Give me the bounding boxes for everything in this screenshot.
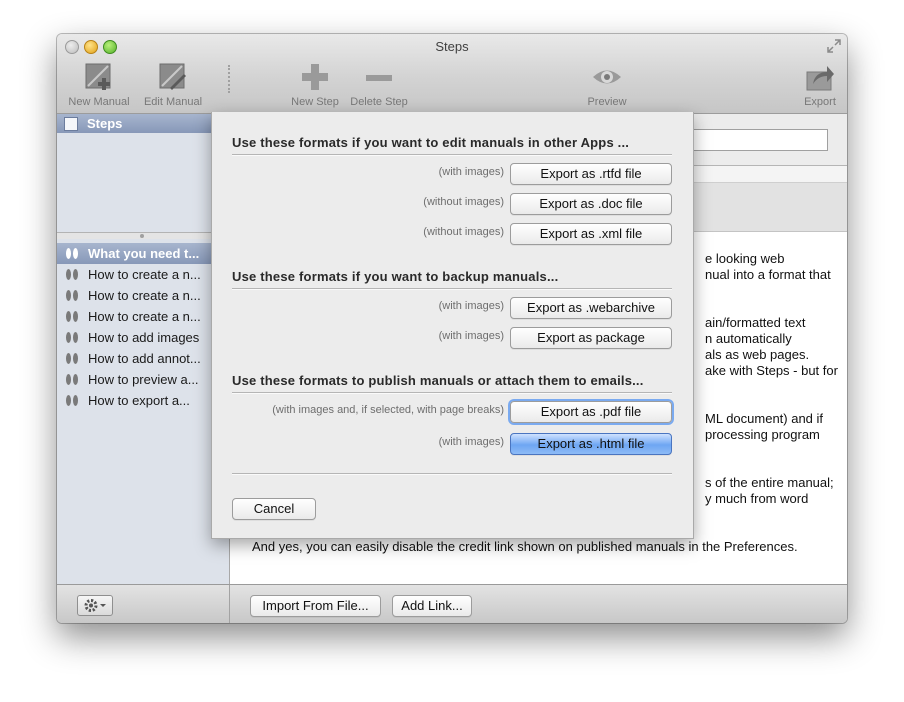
publish-formats-title: Use these formats to publish manuals or … — [232, 373, 644, 388]
export-package-button[interactable]: Export as package — [510, 327, 672, 349]
step-body-text: ML document) and if — [705, 411, 824, 426]
step-item-label: What you need t... — [88, 246, 200, 261]
minus-icon — [366, 75, 392, 81]
new-manual-label: New Manual — [68, 96, 130, 108]
fullscreen-icon[interactable] — [827, 39, 841, 53]
edit-formats-title: Use these formats if you want to edit ma… — [232, 135, 630, 150]
step-body-text: ake with Steps - but for — [705, 363, 838, 378]
bottom-bar-divider — [229, 585, 230, 623]
format-note: (with images) — [438, 166, 504, 178]
section-divider — [232, 154, 672, 156]
export-xml-button[interactable]: Export as .xml file — [510, 223, 672, 245]
add-link-button[interactable]: Add Link... — [392, 595, 472, 617]
splitter-handle-icon — [140, 234, 144, 238]
cancel-button[interactable]: Cancel — [232, 498, 316, 520]
export-webarchive-button[interactable]: Export as .webarchive — [510, 297, 672, 319]
step-item[interactable]: How to add annot... — [57, 348, 229, 369]
format-note: (without images) — [423, 196, 504, 208]
step-item-label: How to create a n... — [88, 309, 201, 324]
new-step-label: New Step — [291, 96, 339, 108]
footprints-icon — [66, 374, 78, 385]
toolbar-separator — [228, 65, 231, 93]
section-divider — [232, 473, 672, 475]
step-body-text: ain/formatted text — [705, 315, 806, 330]
step-body-text: e looking web — [705, 251, 785, 266]
bottom-bar: Import From File... Add Link... — [57, 584, 847, 623]
step-body-text: n automatically — [705, 331, 792, 346]
step-item-label: How to add annot... — [88, 351, 201, 366]
steps-list: What you need t... How to create a n... … — [57, 243, 229, 411]
format-note: (with images and, if selected, with page… — [272, 404, 504, 416]
step-item[interactable]: How to create a n... — [57, 285, 229, 306]
backup-formats-title: Use these formats if you want to backup … — [232, 269, 559, 284]
footprints-icon — [66, 248, 78, 259]
step-title-field[interactable] — [692, 129, 828, 151]
export-html-button[interactable]: Export as .html file — [510, 433, 672, 455]
export-label: Export — [804, 96, 836, 108]
export-sheet: Use these formats if you want to edit ma… — [211, 112, 694, 539]
export-rtfd-button[interactable]: Export as .rtfd file — [510, 163, 672, 185]
new-step-button[interactable]: New Step — [285, 62, 345, 108]
section-divider — [232, 392, 672, 394]
format-note: (without images) — [423, 226, 504, 238]
sidebar-header-label: Steps — [87, 116, 123, 131]
step-body-text: als as web pages. — [705, 347, 810, 362]
footprints-icon — [66, 269, 78, 280]
edit-manual-icon — [159, 63, 186, 90]
step-item-label: How to create a n... — [88, 288, 201, 303]
step-item[interactable]: How to add images — [57, 327, 229, 348]
preview-label: Preview — [587, 96, 627, 108]
step-item-label: How to preview a... — [88, 372, 199, 387]
gear-icon — [84, 599, 106, 612]
footprints-icon — [66, 332, 78, 343]
step-body-text: processing program — [705, 427, 820, 442]
window-title: Steps — [435, 39, 469, 54]
edit-manual-button[interactable]: Edit Manual — [137, 62, 209, 108]
new-manual-icon — [85, 63, 111, 90]
step-item[interactable]: How to create a n... — [57, 264, 229, 285]
import-from-file-button[interactable]: Import From File... — [250, 595, 381, 617]
format-note: (with images) — [438, 330, 504, 342]
edit-manual-label: Edit Manual — [143, 96, 203, 108]
footprints-icon — [66, 353, 78, 364]
new-manual-button[interactable]: New Manual — [65, 62, 133, 108]
sidebar: Steps What you need t... How to create a… — [57, 114, 230, 584]
format-note: (with images) — [438, 436, 504, 448]
eye-icon — [593, 70, 621, 84]
footprints-icon — [66, 311, 78, 322]
delete-step-label: Delete Step — [350, 96, 408, 108]
preview-button[interactable]: Preview — [580, 62, 634, 108]
delete-step-button[interactable]: Delete Step — [347, 62, 411, 108]
section-divider — [232, 288, 672, 290]
step-item-label: How to export a... — [88, 393, 190, 408]
footprints-icon — [66, 290, 78, 301]
step-item[interactable]: What you need t... — [57, 243, 229, 264]
step-body-text: y much from word — [705, 491, 809, 506]
manual-icon — [64, 117, 78, 131]
sidebar-header[interactable]: Steps — [57, 114, 229, 133]
export-pdf-button[interactable]: Export as .pdf file — [510, 401, 672, 423]
step-item[interactable]: How to create a n... — [57, 306, 229, 327]
step-item-label: How to add images — [88, 330, 200, 345]
sidebar-splitter[interactable] — [57, 232, 229, 239]
step-item[interactable]: How to preview a... — [57, 369, 229, 390]
step-body-text: nual into a format that — [705, 267, 831, 282]
footprints-icon — [66, 395, 78, 406]
action-menu-button[interactable] — [77, 595, 113, 616]
plus-icon — [302, 64, 328, 90]
step-body-text: And yes, you can easily disable the cred… — [252, 539, 798, 554]
step-item[interactable]: How to export a... — [57, 390, 229, 411]
toolbar: Steps New Manual Edit Manual New Step De… — [57, 34, 847, 114]
format-note: (with images) — [438, 300, 504, 312]
export-doc-button[interactable]: Export as .doc file — [510, 193, 672, 215]
share-arrow-icon — [806, 66, 834, 91]
step-item-label: How to create a n... — [88, 267, 201, 282]
export-button[interactable]: Export — [797, 62, 843, 108]
step-body-text: s of the entire manual; — [705, 475, 834, 490]
